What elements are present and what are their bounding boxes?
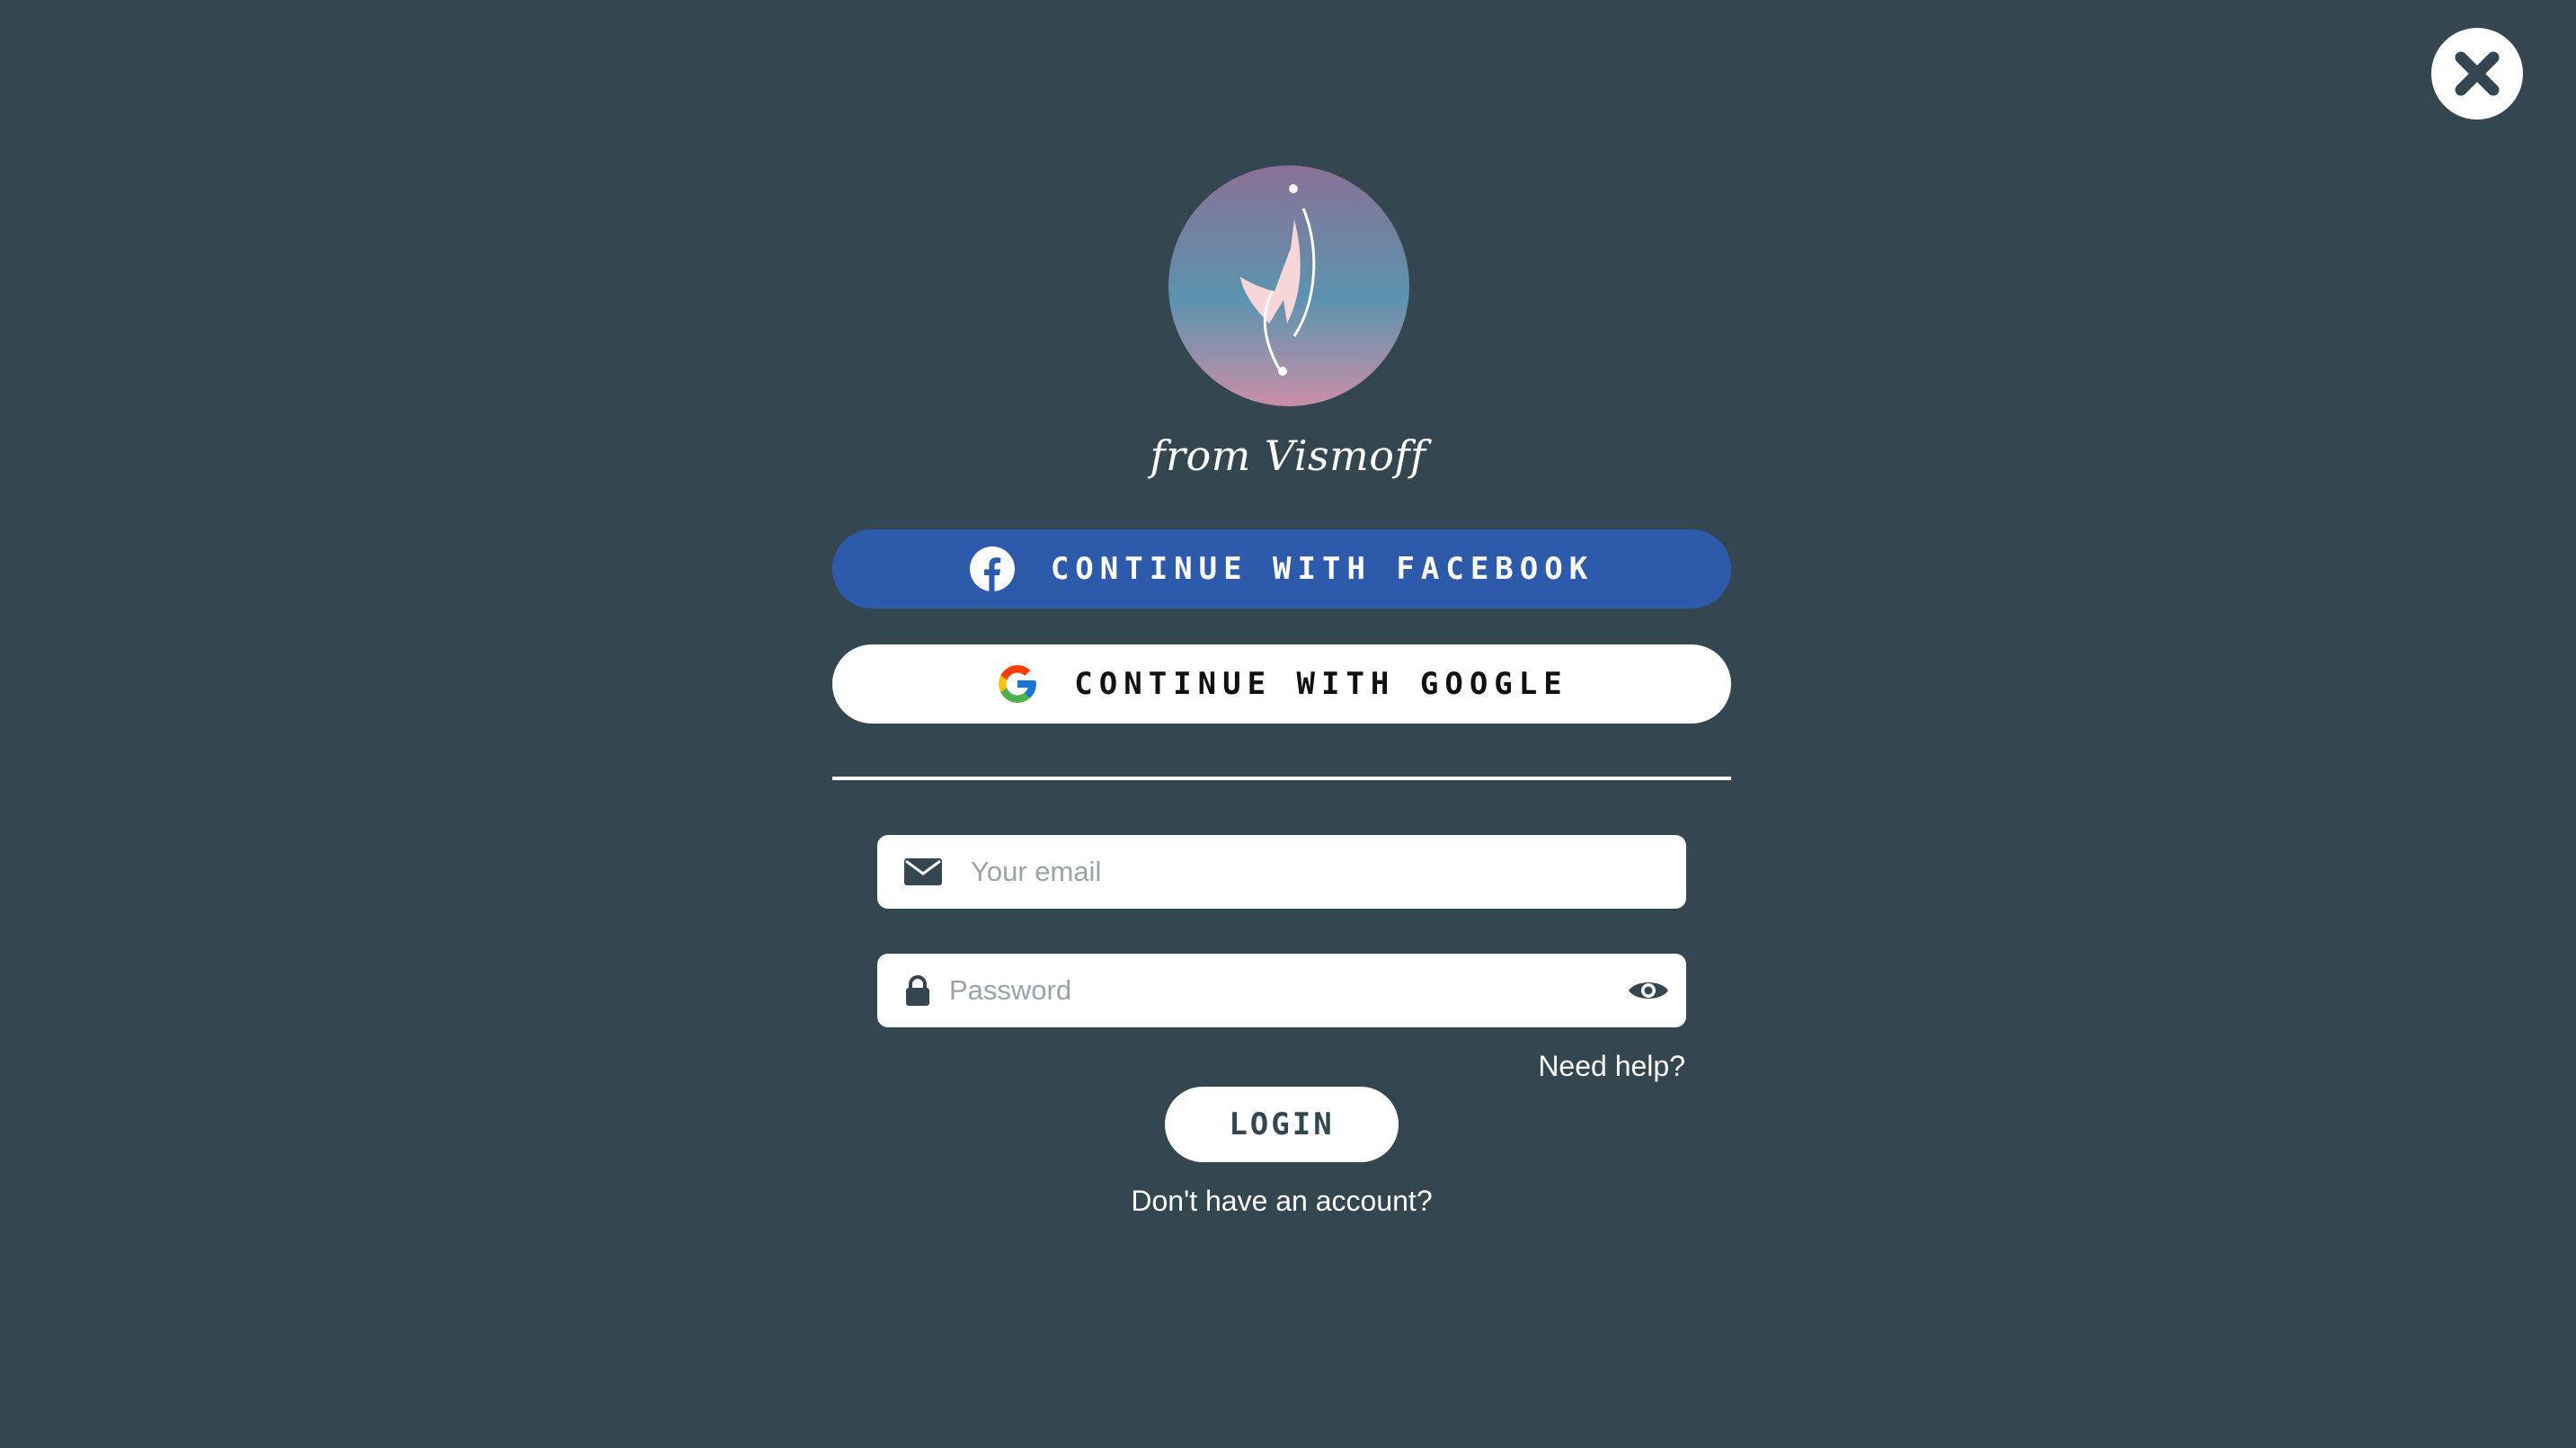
google-button-label: CONTINUE WITH GOOGLE xyxy=(1074,666,1568,702)
password-input[interactable] xyxy=(949,954,1627,1027)
need-help-link[interactable]: Need help? xyxy=(1538,1050,1685,1083)
google-icon xyxy=(995,662,1040,706)
continue-with-facebook-button[interactable]: CONTINUE WITH FACEBOOK xyxy=(832,529,1731,609)
envelope-icon xyxy=(904,858,942,885)
brand-tagline: from Vismoff xyxy=(1150,431,1426,480)
continue-with-google-button[interactable]: CONTINUE WITH GOOGLE xyxy=(832,644,1731,724)
password-field[interactable] xyxy=(877,954,1686,1027)
brand-logo xyxy=(1168,165,1409,406)
login-button[interactable]: LOGIN xyxy=(1165,1087,1399,1162)
close-button[interactable] xyxy=(2431,28,2523,120)
facebook-button-label: CONTINUE WITH FACEBOOK xyxy=(1050,551,1594,587)
email-input[interactable] xyxy=(971,835,1686,909)
divider xyxy=(832,777,1731,780)
signup-link[interactable]: Don't have an account? xyxy=(1012,1185,1551,1218)
eye-icon[interactable] xyxy=(1627,976,1670,1005)
close-icon xyxy=(2455,51,2500,96)
email-field[interactable] xyxy=(877,835,1686,909)
facebook-icon xyxy=(969,546,1015,591)
lock-icon xyxy=(904,975,931,1006)
